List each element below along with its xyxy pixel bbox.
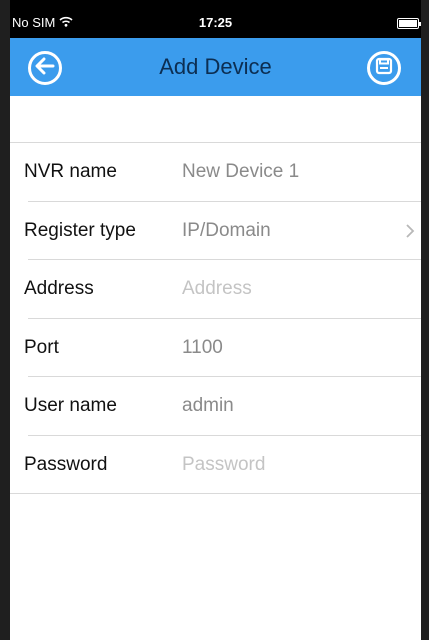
password-row[interactable]: Password Password [10, 436, 421, 495]
user-name-row[interactable]: User name admin [10, 377, 421, 436]
nvr-name-label: NVR name [24, 161, 117, 183]
device-frame-left [0, 0, 10, 640]
form-top-spacer [10, 96, 421, 142]
port-row[interactable]: Port 1100 [10, 319, 421, 378]
nav-bar: Add Device [10, 38, 421, 96]
user-name-field[interactable]: admin [182, 395, 234, 417]
save-icon [375, 57, 393, 80]
save-button[interactable] [367, 51, 401, 85]
register-type-label: Register type [24, 219, 136, 241]
register-type-value[interactable]: IP/Domain [182, 220, 271, 242]
user-name-label: User name [24, 395, 117, 417]
device-form: NVR name New Device 1 Register type IP/D… [10, 143, 421, 494]
password-field[interactable]: Password [182, 454, 265, 476]
port-label: Port [24, 336, 59, 358]
battery-icon [397, 18, 421, 29]
nvr-name-field[interactable]: New Device 1 [182, 161, 299, 183]
screen: No SIM 17:25 Add Device NVR name New Dev… [10, 8, 421, 640]
page-title: Add Device [159, 54, 272, 79]
chevron-right-icon [405, 223, 415, 238]
port-field[interactable]: 1100 [182, 337, 223, 359]
device-frame-right [421, 0, 429, 640]
app-screen: No SIM 17:25 Add Device NVR name New Dev… [0, 0, 429, 640]
address-field[interactable]: Address [182, 278, 252, 300]
nvr-name-row[interactable]: NVR name New Device 1 [10, 143, 421, 202]
status-bar: No SIM 17:25 [10, 8, 421, 38]
register-type-row[interactable]: Register type IP/Domain [10, 202, 421, 261]
address-label: Address [24, 278, 94, 300]
password-label: Password [24, 453, 108, 475]
status-time: 17:25 [198, 15, 233, 30]
device-top-edge [0, 0, 429, 8]
address-row[interactable]: Address Address [10, 260, 421, 319]
